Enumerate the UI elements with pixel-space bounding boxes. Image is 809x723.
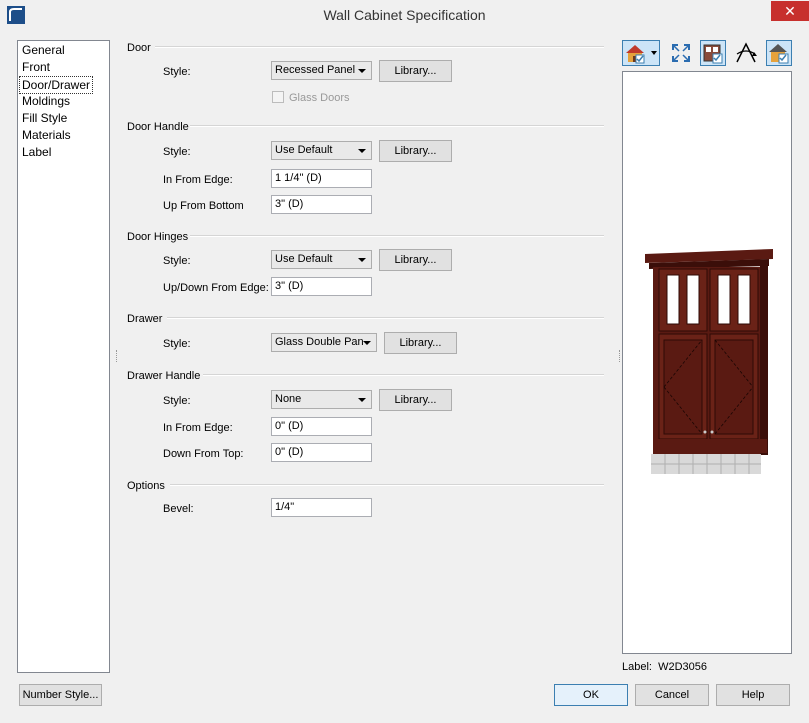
door-hinges-style-label: Style: bbox=[163, 255, 191, 267]
category-list[interactable]: General Front Door/Drawer Moldings Fill … bbox=[17, 40, 110, 673]
door-style-label: Style: bbox=[163, 66, 191, 78]
door-hinges-section-title: Door Hinges bbox=[127, 231, 189, 243]
drawer-handle-in-from-edge-label: In From Edge: bbox=[163, 422, 233, 434]
house-view-icon bbox=[626, 45, 657, 64]
options-section-title: Options bbox=[127, 480, 165, 492]
drawer-section-title: Drawer bbox=[127, 313, 163, 325]
door-handle-section-title: Door Handle bbox=[127, 121, 189, 133]
help-button[interactable]: Help bbox=[716, 684, 790, 706]
bevel-field[interactable]: 1/4" bbox=[271, 498, 372, 517]
drawer-handle-style-label: Style: bbox=[163, 395, 191, 407]
render-mode-button[interactable] bbox=[700, 40, 726, 66]
drawer-handle-down-from-top-label: Down From Top: bbox=[163, 448, 244, 460]
chevron-down-icon bbox=[358, 398, 366, 402]
drawer-handle-library-button[interactable]: Library... bbox=[379, 389, 452, 411]
door-handle-style-value: Use Default bbox=[275, 144, 333, 156]
glass-doors-checkbox[interactable] bbox=[272, 91, 284, 103]
door-handle-in-from-edge-label: In From Edge: bbox=[163, 174, 233, 186]
drawer-handle-style-select[interactable]: None bbox=[271, 390, 372, 409]
nav-item-moldings[interactable]: Moldings bbox=[20, 93, 72, 109]
door-hinges-style-select[interactable]: Use Default bbox=[271, 250, 372, 269]
drawer-handle-style-value: None bbox=[275, 393, 302, 405]
divider bbox=[190, 125, 604, 127]
divider bbox=[203, 374, 604, 376]
cabinet-preview[interactable] bbox=[622, 71, 792, 654]
chevron-down-icon bbox=[358, 149, 366, 153]
wall-cabinet-illustration bbox=[645, 249, 773, 474]
door-style-select[interactable]: Recessed Panel bbox=[271, 61, 372, 80]
door-handle-library-button[interactable]: Library... bbox=[379, 140, 452, 162]
chevron-down-icon bbox=[358, 69, 366, 73]
cabinet-render-icon bbox=[703, 44, 723, 64]
title-bar: Wall Cabinet Specification ✕ bbox=[0, 0, 809, 31]
chevron-down-icon bbox=[358, 258, 366, 262]
view-mode-button[interactable] bbox=[622, 40, 660, 66]
door-handle-style-label: Style: bbox=[163, 146, 191, 158]
door-handle-in-from-edge-field[interactable]: 1 1/4" (D) bbox=[271, 169, 372, 188]
nav-item-fill-style[interactable]: Fill Style bbox=[20, 110, 69, 126]
orbit-button[interactable] bbox=[733, 40, 759, 66]
divider bbox=[170, 484, 604, 486]
chevron-down-icon bbox=[363, 341, 371, 345]
lighting-button[interactable] bbox=[766, 40, 792, 66]
glass-doors-label: Glass Doors bbox=[289, 92, 350, 104]
door-section-title: Door bbox=[127, 42, 151, 54]
nav-item-front[interactable]: Front bbox=[20, 59, 52, 75]
door-hinges-updown-label: Up/Down From Edge: bbox=[163, 282, 269, 294]
nav-item-door-drawer[interactable]: Door/Drawer bbox=[19, 76, 94, 94]
cancel-button[interactable]: Cancel bbox=[635, 684, 709, 706]
bevel-label: Bevel: bbox=[163, 503, 194, 515]
door-hinges-updown-field[interactable]: 3" (D) bbox=[271, 277, 372, 296]
door-handle-up-from-bottom-field[interactable]: 3" (D) bbox=[271, 195, 372, 214]
preview-label-value: W2D3056 bbox=[658, 661, 708, 673]
preview-label-caption: Label: bbox=[622, 661, 652, 673]
close-button[interactable]: ✕ bbox=[771, 1, 809, 21]
window-title: Wall Cabinet Specification bbox=[323, 7, 486, 23]
orbit-icon bbox=[736, 42, 757, 63]
door-handle-up-from-bottom-label: Up From Bottom bbox=[163, 200, 244, 212]
drawer-handle-in-from-edge-field[interactable]: 0" (D) bbox=[271, 417, 372, 436]
splitter-grip-left[interactable] bbox=[116, 350, 119, 362]
nav-item-general[interactable]: General bbox=[20, 42, 67, 58]
house-lighting-icon bbox=[769, 44, 789, 64]
door-hinges-library-button[interactable]: Library... bbox=[379, 249, 452, 271]
close-icon: ✕ bbox=[784, 3, 796, 19]
divider bbox=[155, 46, 604, 48]
drawer-handle-section-title: Drawer Handle bbox=[127, 370, 201, 382]
door-handle-style-select[interactable]: Use Default bbox=[271, 141, 372, 160]
expand-icon bbox=[672, 44, 690, 62]
door-style-value: Recessed Panel bbox=[275, 64, 356, 76]
door-library-button[interactable]: Library... bbox=[379, 60, 452, 82]
drawer-style-select[interactable]: Glass Double Pan bbox=[271, 333, 377, 352]
drawer-library-button[interactable]: Library... bbox=[384, 332, 457, 354]
drawer-style-label: Style: bbox=[163, 338, 191, 350]
door-hinges-style-value: Use Default bbox=[275, 253, 333, 265]
ok-button[interactable]: OK bbox=[554, 684, 628, 706]
drawer-handle-down-from-top-field[interactable]: 0" (D) bbox=[271, 443, 372, 462]
divider bbox=[190, 235, 604, 237]
fill-window-button[interactable] bbox=[668, 40, 694, 66]
drawer-style-value: Glass Double Pan bbox=[275, 336, 364, 348]
number-style-button[interactable]: Number Style... bbox=[19, 684, 102, 706]
preview-label: Label: W2D3056 bbox=[622, 661, 707, 673]
nav-item-label[interactable]: Label bbox=[20, 144, 53, 160]
nav-item-materials[interactable]: Materials bbox=[20, 127, 73, 143]
divider bbox=[167, 317, 604, 319]
